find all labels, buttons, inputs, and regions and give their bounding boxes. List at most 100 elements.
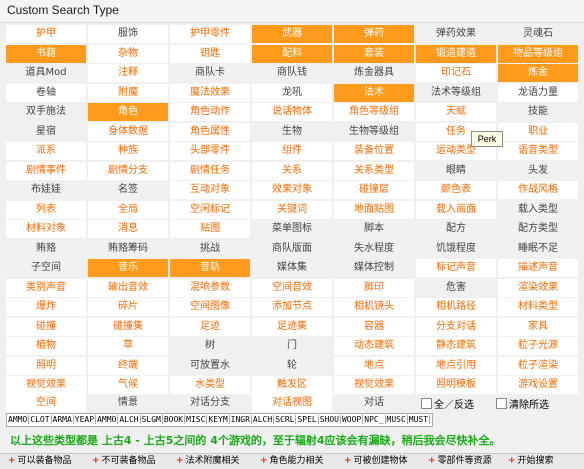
type-option[interactable]: 头发 (498, 162, 578, 180)
type-option[interactable]: 贴图 (170, 220, 250, 238)
type-option[interactable]: 注释 (88, 64, 168, 82)
type-option[interactable]: 载入类型 (498, 201, 578, 219)
type-option[interactable]: 弹药 (334, 25, 414, 43)
type-option[interactable]: 动态建筑 (334, 337, 414, 355)
record-tag[interactable]: BOOK (162, 415, 186, 424)
type-option[interactable]: 挑战 (170, 240, 250, 258)
type-option[interactable]: 树 (170, 337, 250, 355)
type-option[interactable]: 配方类型 (498, 220, 578, 238)
type-option[interactable]: 服饰 (88, 25, 168, 43)
type-option[interactable]: 照明 (6, 356, 86, 375)
type-option[interactable]: 列表 (6, 200, 86, 219)
type-option[interactable]: 技能 (498, 103, 578, 121)
type-option[interactable]: 触发区 (252, 376, 332, 394)
toolbar-button[interactable]: + 角色能力相关 (260, 455, 324, 468)
type-option[interactable]: 魔法效果 (170, 83, 250, 102)
toolbar-button[interactable]: + 可以装备物品 (8, 455, 72, 468)
type-option[interactable]: 容器 (334, 317, 414, 336)
type-option[interactable]: 消息 (88, 220, 168, 238)
type-option[interactable]: 地点 (334, 356, 414, 375)
type-option[interactable]: 家具 (498, 317, 578, 336)
type-option[interactable]: 描述声音 (498, 259, 578, 277)
record-tag[interactable]: MISC (185, 415, 208, 424)
record-tag[interactable]: ARMA (51, 415, 74, 424)
type-option[interactable]: 空间音效 (252, 278, 332, 297)
type-option[interactable]: 空闲标记 (170, 200, 250, 219)
type-option[interactable]: 照明模板 (416, 376, 496, 394)
record-tag[interactable]: KEYM (207, 415, 230, 424)
type-option[interactable]: 相机路径 (416, 298, 496, 316)
type-option[interactable]: 终端 (88, 356, 168, 375)
toolbar-button[interactable]: + 开始搜索 (508, 455, 554, 468)
type-option[interactable]: 贿赂筹码 (88, 240, 168, 258)
type-option[interactable]: 眼睛 (416, 162, 496, 180)
record-tag[interactable]: SLGM (140, 415, 163, 424)
type-option[interactable]: 书籍 (6, 44, 86, 63)
type-option[interactable]: 龙吼 (252, 83, 332, 102)
type-option[interactable]: 关系类型 (334, 161, 414, 180)
type-option[interactable]: 剧情分支 (88, 161, 168, 180)
type-option[interactable]: 地面贴图 (334, 200, 414, 219)
record-tag[interactable]: SCRL (274, 415, 297, 424)
type-option[interactable]: 脚本 (334, 220, 414, 238)
record-tag[interactable]: YEAP (73, 415, 97, 424)
type-option[interactable]: 灵魂石 (498, 25, 578, 43)
type-option[interactable]: 卷轴 (6, 83, 86, 102)
type-option[interactable]: 视觉效果 (334, 376, 414, 394)
type-option[interactable]: 种族 (88, 142, 168, 160)
clear-selection-checkbox[interactable] (496, 398, 507, 409)
type-option[interactable]: 对话 (334, 394, 414, 412)
type-option[interactable]: 天赋 (416, 103, 496, 121)
type-option[interactable]: 分支对话 (416, 317, 496, 336)
type-option[interactable]: 剧情任务 (170, 161, 250, 180)
type-option[interactable]: 脚印 (334, 278, 414, 297)
type-option[interactable]: 植物 (6, 337, 86, 355)
type-option[interactable]: 法术 (334, 83, 414, 102)
type-option[interactable]: 身体数据 (88, 122, 168, 141)
type-option[interactable]: 碰撞集 (88, 317, 168, 336)
type-option[interactable]: 标记声音 (416, 259, 496, 277)
type-option[interactable]: 附魔 (88, 83, 168, 102)
type-option[interactable]: 弹药效果 (416, 25, 496, 43)
type-option[interactable]: 添加节点 (252, 298, 332, 316)
type-option[interactable]: 颜色表 (416, 181, 496, 199)
type-option[interactable]: 音乐 (88, 259, 168, 277)
type-option[interactable]: 贿赂 (6, 240, 86, 258)
type-option[interactable]: 配方 (416, 220, 496, 238)
type-option[interactable]: 水类型 (170, 376, 250, 394)
type-option[interactable]: 头部零件 (170, 142, 250, 160)
type-option[interactable]: 商队版面 (252, 240, 332, 258)
type-option[interactable]: 碰撞层 (334, 181, 414, 199)
type-option[interactable]: 菜单图标 (252, 220, 332, 238)
type-option[interactable]: 钥匙 (170, 44, 250, 63)
type-option[interactable]: 星宿 (6, 123, 86, 141)
toolbar-button[interactable]: + 可被创建物体 (344, 455, 408, 468)
type-option[interactable]: 语音类型 (498, 142, 578, 160)
type-option[interactable]: 配料 (252, 44, 332, 63)
record-tag[interactable]: MUST (407, 415, 431, 424)
record-tag[interactable]: ALCH (118, 415, 141, 424)
type-option[interactable]: 地点引用 (416, 356, 496, 375)
type-option[interactable]: 装备位置 (334, 142, 414, 160)
toolbar-button[interactable]: + 法术附魔相关 (176, 455, 240, 468)
type-option[interactable]: 输出音效 (88, 278, 168, 297)
record-tag[interactable]: SPEL (296, 415, 319, 424)
type-option[interactable]: 空间图像 (170, 298, 250, 316)
type-option[interactable]: 子空间 (6, 259, 86, 277)
select-all-label[interactable]: 全／反选 (434, 396, 474, 411)
type-option[interactable]: 武器 (252, 25, 332, 43)
type-option[interactable]: 法术等级组 (416, 84, 496, 102)
type-option[interactable]: 效果对象 (252, 181, 332, 199)
type-option[interactable]: 护甲 (6, 25, 86, 43)
type-option[interactable]: 门 (252, 337, 332, 355)
type-option[interactable]: 对话视图 (252, 394, 332, 412)
record-tag[interactable]: WOOP (340, 415, 364, 424)
type-option[interactable]: 双手施法 (6, 103, 86, 121)
type-option[interactable]: 角色等级组 (334, 103, 414, 121)
type-option[interactable]: 物品等级组 (498, 44, 578, 63)
type-option[interactable]: 剧情事件 (6, 161, 86, 180)
type-option[interactable]: 材料对象 (6, 220, 86, 238)
type-option[interactable]: 道具Mod (6, 64, 86, 82)
select-all-checkbox[interactable] (421, 398, 432, 409)
type-option[interactable]: 材料类型 (498, 298, 578, 316)
